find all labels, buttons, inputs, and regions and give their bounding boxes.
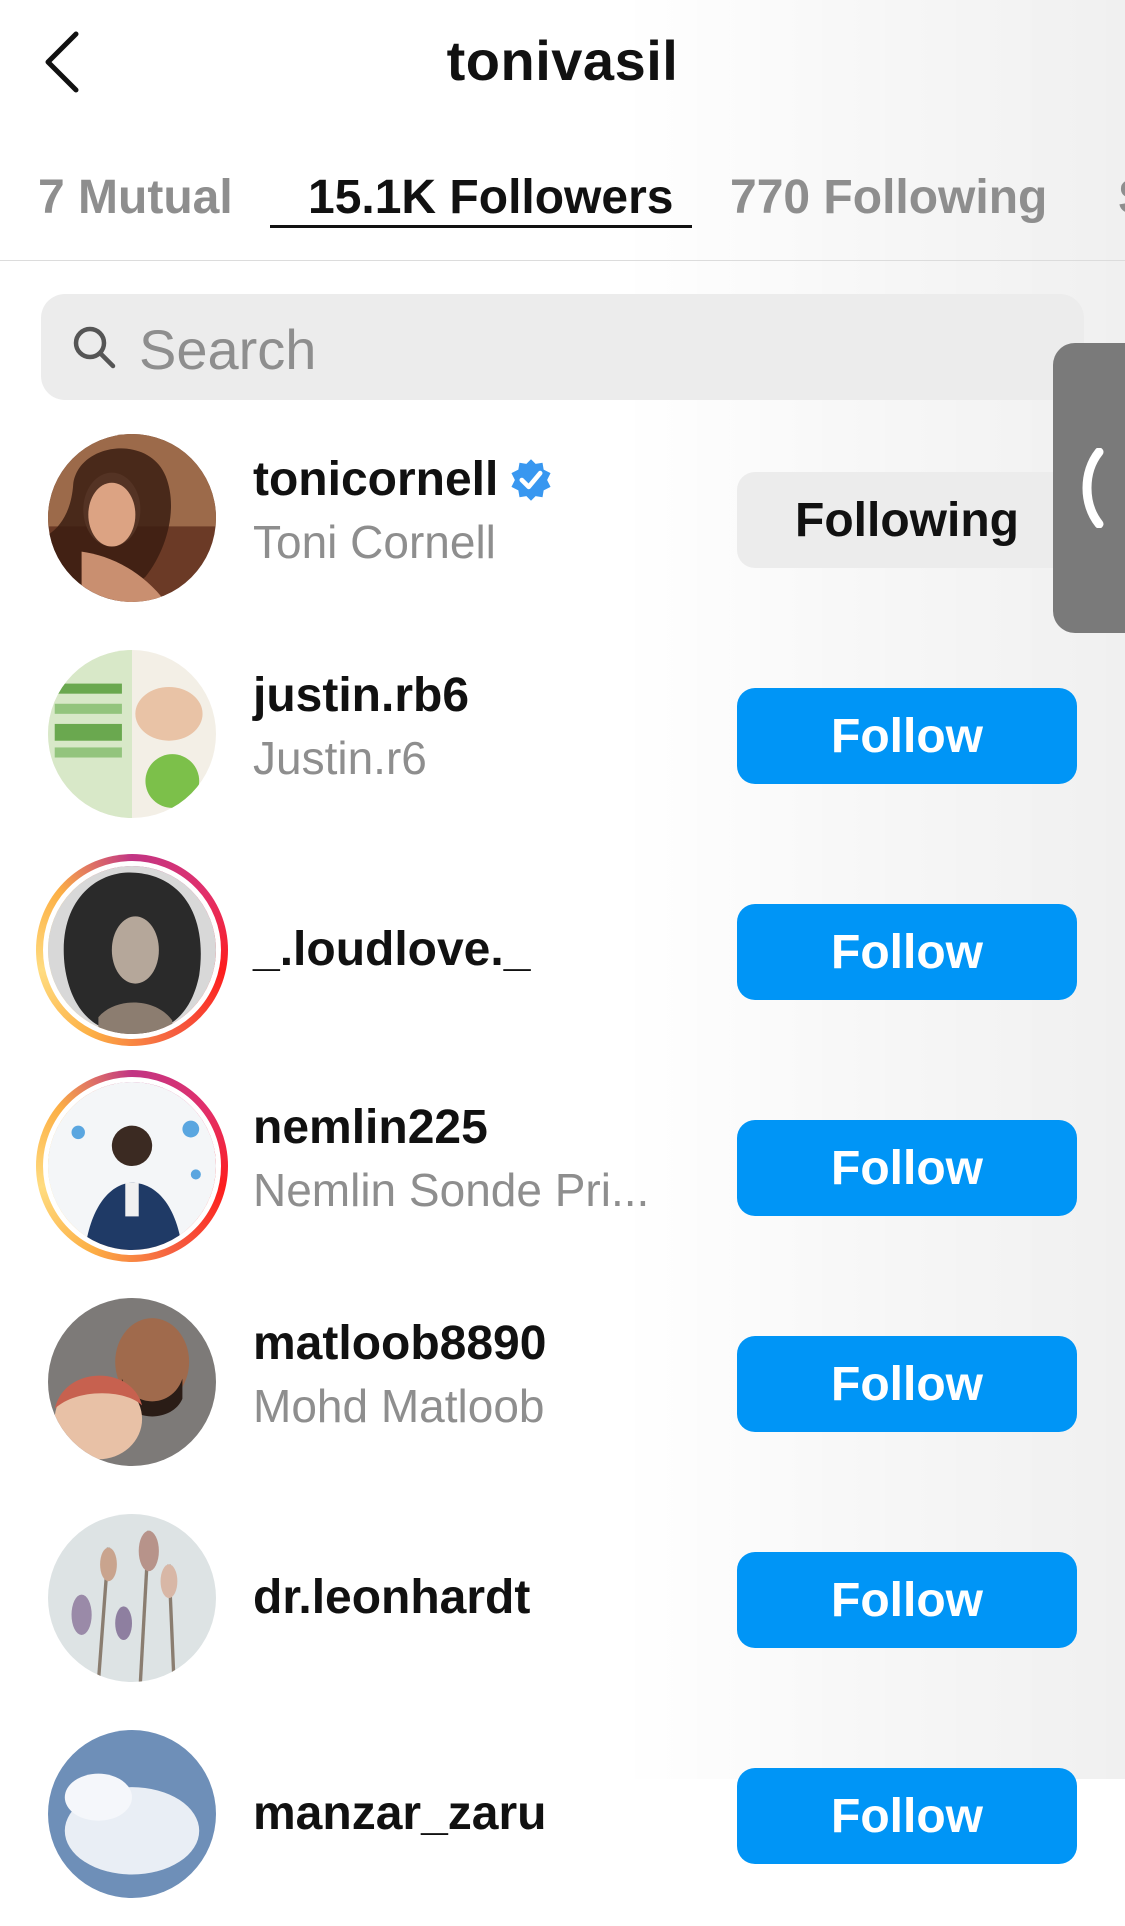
follow-button[interactable]: Follow xyxy=(737,1552,1077,1648)
search-input[interactable]: Search xyxy=(41,294,1084,400)
list-item[interactable]: matloob8890 Mohd Matloob Follow xyxy=(0,1294,1125,1494)
follow-button[interactable]: Follow xyxy=(737,904,1077,1000)
username[interactable]: nemlin225 xyxy=(253,1100,488,1155)
tab-following[interactable]: 770 Following xyxy=(730,170,1047,225)
user-info: manzar_zaru xyxy=(253,1786,673,1841)
follow-button[interactable]: Follow xyxy=(737,688,1077,784)
following-button[interactable]: Following xyxy=(737,472,1077,568)
avatar-photo xyxy=(48,650,216,818)
follow-button[interactable]: Follow xyxy=(737,1336,1077,1432)
tab-bar: 7 Mutual 15.1K Followers 770 Following S xyxy=(0,140,1125,261)
verified-badge-icon xyxy=(511,458,551,501)
list-item[interactable]: dr.leonhardt Follow xyxy=(0,1510,1125,1710)
side-panel-handle[interactable] xyxy=(1053,343,1125,633)
username[interactable]: tonicornell xyxy=(253,452,498,507)
avatar-photo xyxy=(48,866,216,1034)
tab-partial[interactable]: S xyxy=(1118,170,1125,225)
avatar-photo xyxy=(48,1730,216,1898)
avatar[interactable] xyxy=(48,1298,216,1466)
search-placeholder: Search xyxy=(139,318,317,381)
follow-button[interactable]: Follow xyxy=(737,1768,1077,1864)
avatar-photo xyxy=(48,1298,216,1466)
avatar[interactable] xyxy=(48,650,216,818)
tab-followers[interactable]: 15.1K Followers xyxy=(308,170,673,225)
tab-mutual[interactable]: 7 Mutual xyxy=(38,170,233,225)
list-item[interactable]: justin.rb6 Justin.r6 Follow xyxy=(0,646,1125,846)
avatar-photo xyxy=(48,434,216,602)
user-info: justin.rb6 Justin.r6 xyxy=(253,668,673,785)
avatar[interactable] xyxy=(48,1514,216,1682)
full-name: Toni Cornell xyxy=(253,516,496,568)
username[interactable]: manzar_zaru xyxy=(253,1786,546,1841)
username[interactable]: justin.rb6 xyxy=(253,668,469,723)
username[interactable]: _.loudlove._ xyxy=(253,922,530,977)
search-icon xyxy=(73,326,116,369)
list-item[interactable]: nemlin225 Nemlin Sonde Pri... Follow xyxy=(0,1070,1125,1278)
chevron-left-icon xyxy=(1082,448,1104,528)
full-name: Justin.r6 xyxy=(253,732,427,784)
active-tab-indicator xyxy=(270,225,692,228)
avatar[interactable] xyxy=(48,434,216,602)
user-info: tonicornell Toni Cornell xyxy=(253,452,673,569)
username[interactable]: matloob8890 xyxy=(253,1316,546,1371)
follow-button[interactable]: Follow xyxy=(737,1120,1077,1216)
avatar[interactable] xyxy=(48,1730,216,1898)
avatar-story-ring[interactable] xyxy=(36,854,228,1046)
user-info: dr.leonhardt xyxy=(253,1570,673,1625)
list-item[interactable]: tonicornell Toni Cornell Following xyxy=(0,430,1125,630)
avatar-story-ring[interactable] xyxy=(36,1070,228,1262)
user-info: _.loudlove._ xyxy=(253,922,673,977)
page-title: tonivasil xyxy=(446,29,679,92)
full-name: Nemlin Sonde Pri... xyxy=(253,1164,650,1216)
avatar-photo xyxy=(48,1514,216,1682)
avatar-photo xyxy=(48,1082,216,1250)
top-bar: tonivasil xyxy=(0,0,1125,125)
list-item[interactable]: manzar_zaru Follow xyxy=(0,1726,1125,1926)
user-info: matloob8890 Mohd Matloob xyxy=(253,1316,673,1433)
list-item[interactable]: _.loudlove._ Follow xyxy=(0,854,1125,1062)
username[interactable]: dr.leonhardt xyxy=(253,1570,530,1625)
full-name: Mohd Matloob xyxy=(253,1380,545,1432)
user-info: nemlin225 Nemlin Sonde Pri... xyxy=(253,1100,673,1217)
